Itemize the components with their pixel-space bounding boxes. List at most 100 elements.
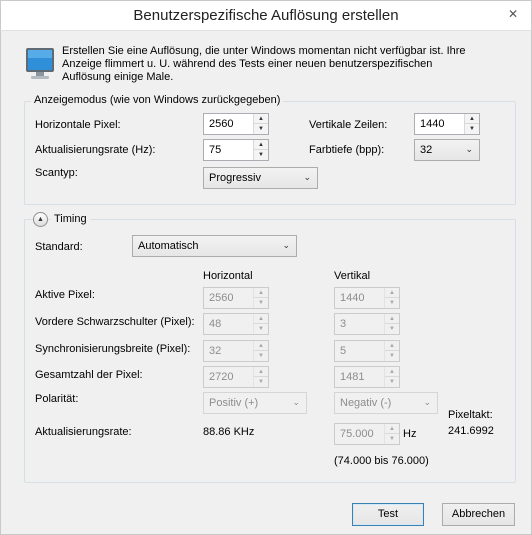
timing-legend: Timing [51, 213, 90, 225]
vertical-refresh-stepper[interactable]: 75.000 ▲ ▼ [334, 423, 400, 445]
active-pixels-h-value: 2560 [209, 292, 234, 304]
cancel-button[interactable]: Abbrechen [442, 503, 515, 526]
refresh-range-text: (74.000 bis 76.000) [334, 455, 429, 467]
spin-down-icon: ▼ [389, 326, 395, 332]
sync-width-h-stepper[interactable]: 32 ▲ ▼ [203, 340, 269, 362]
spin-buttons: ▲ ▼ [384, 288, 399, 308]
spin-up-icon: ▲ [385, 367, 399, 377]
standard-select[interactable]: Automatisch ⌄ [132, 235, 297, 257]
title-bar: Benutzerspezifische Auflösung erstellen … [0, 0, 532, 30]
spin-buttons: ▲ ▼ [253, 140, 268, 160]
spin-down-icon: ▼ [258, 379, 264, 385]
total-pixels-label: Gesamtzahl der Pixel: [35, 369, 143, 381]
spin-down-icon: ▼ [258, 326, 264, 332]
chevron-down-icon: ⌄ [282, 240, 290, 250]
spin-down-icon: ▼ [389, 300, 395, 306]
polarity-v-select[interactable]: Negativ (-) ⌄ [334, 392, 438, 414]
color-depth-value: 32 [420, 144, 433, 156]
total-pixels-v-value: 1481 [340, 371, 365, 383]
spin-buttons: ▲ ▼ [253, 288, 268, 308]
active-pixels-h-stepper[interactable]: 2560 ▲ ▼ [203, 287, 269, 309]
spin-down-icon: ▼ [389, 436, 395, 442]
standard-label: Standard: [35, 241, 83, 253]
spin-down-icon[interactable]: ▼ [465, 124, 479, 134]
chevron-down-icon: ⌄ [292, 397, 300, 407]
spin-up-icon[interactable]: ▲ [254, 114, 268, 124]
scan-type-value: Progressiv [209, 172, 261, 184]
front-porch-v-stepper[interactable]: 3 ▲ ▼ [334, 313, 400, 335]
spin-up-icon: ▲ [254, 367, 268, 377]
refresh-rate-timing-label: Aktualisierungsrate: [35, 426, 132, 438]
horizontal-frequency-value: 88.86 KHz [203, 426, 255, 438]
collapse-icon[interactable]: ▲ [33, 212, 48, 227]
monitor-icon [26, 48, 54, 79]
polarity-v-value: Negativ (-) [340, 397, 392, 409]
intro-text: Erstellen Sie eine Auflösung, die unter … [62, 45, 466, 83]
sync-width-h-value: 32 [209, 345, 222, 357]
spin-up-icon: ▲ [385, 314, 399, 324]
standard-value: Automatisch [138, 240, 199, 252]
total-pixels-h-stepper[interactable]: 2720 ▲ ▼ [203, 366, 269, 388]
spin-down-icon: ▼ [258, 353, 264, 359]
column-header-vertical: Vertikal [334, 270, 371, 282]
total-pixels-v-stepper[interactable]: 1481 ▲ ▼ [334, 366, 400, 388]
close-icon[interactable]: ✕ [503, 5, 523, 23]
vertical-refresh-value: 75.000 [340, 428, 374, 440]
color-depth-label: Farbtiefe (bpp): [309, 144, 385, 156]
test-button[interactable]: Test [352, 503, 424, 526]
total-pixels-h-value: 2720 [209, 371, 234, 383]
sync-width-label: Synchronisierungsbreite (Pixel): [35, 343, 191, 355]
spin-buttons: ▲ ▼ [384, 367, 399, 387]
polarity-h-select[interactable]: Positiv (+) ⌄ [203, 392, 307, 414]
dialog-body: Erstellen Sie eine Auflösung, die unter … [0, 30, 532, 535]
color-depth-select[interactable]: 32 ⌄ [414, 139, 480, 161]
display-mode-legend: Anzeigemodus (wie von Windows zurückgege… [31, 94, 284, 106]
sync-width-v-value: 5 [340, 345, 347, 357]
spin-up-icon[interactable]: ▲ [465, 114, 479, 124]
horizontal-pixels-value: 2560 [209, 118, 234, 130]
sync-width-v-stepper[interactable]: 5 ▲ ▼ [334, 340, 400, 362]
horizontal-pixels-stepper[interactable]: 2560 ▲ ▼ [203, 113, 269, 135]
hz-unit-label: Hz [403, 428, 417, 440]
refresh-rate-label: Aktualisierungsrate (Hz): [35, 144, 156, 156]
spin-down-icon: ▼ [389, 353, 395, 359]
polarity-h-value: Positiv (+) [209, 397, 259, 409]
scan-type-label: Scantyp: [35, 167, 78, 179]
window-title: Benutzerspezifische Auflösung erstellen [133, 7, 399, 24]
refresh-rate-value: 75 [209, 144, 222, 156]
active-pixels-v-stepper[interactable]: 1440 ▲ ▼ [334, 287, 400, 309]
front-porch-h-value: 48 [209, 318, 222, 330]
spin-buttons: ▲ ▼ [464, 114, 479, 134]
spin-buttons: ▲ ▼ [384, 314, 399, 334]
refresh-rate-stepper[interactable]: 75 ▲ ▼ [203, 139, 269, 161]
front-porch-h-stepper[interactable]: 48 ▲ ▼ [203, 313, 269, 335]
spin-buttons: ▲ ▼ [384, 341, 399, 361]
spin-down-icon[interactable]: ▼ [254, 150, 268, 160]
active-pixels-v-value: 1440 [340, 292, 365, 304]
chevron-down-icon: ⌄ [303, 172, 311, 182]
spin-up-icon: ▲ [254, 341, 268, 351]
pixel-clock-label: Pixeltakt: [448, 409, 493, 421]
spin-up-icon: ▲ [385, 341, 399, 351]
spin-buttons: ▲ ▼ [253, 114, 268, 134]
spin-up-icon: ▲ [254, 288, 268, 298]
vertical-lines-label: Vertikale Zeilen: [309, 119, 388, 131]
spin-up-icon: ▲ [254, 314, 268, 324]
chevron-down-icon: ⌄ [423, 397, 431, 407]
spin-down-icon: ▼ [389, 379, 395, 385]
vertical-lines-value: 1440 [420, 118, 445, 130]
spin-buttons: ▲ ▼ [253, 314, 268, 334]
spin-up-icon: ▲ [385, 424, 399, 434]
column-header-horizontal: Horizontal [203, 270, 253, 282]
active-pixels-label: Aktive Pixel: [35, 289, 95, 301]
pixel-clock-value: 241.6992 [448, 425, 494, 437]
spin-up-icon[interactable]: ▲ [254, 140, 268, 150]
spin-down-icon[interactable]: ▼ [254, 124, 268, 134]
front-porch-v-value: 3 [340, 318, 347, 330]
polarity-label: Polarität: [35, 393, 79, 405]
horizontal-pixels-label: Horizontale Pixel: [35, 119, 121, 131]
chevron-down-icon: ⌄ [465, 144, 473, 154]
vertical-lines-stepper[interactable]: 1440 ▲ ▼ [414, 113, 480, 135]
scan-type-select[interactable]: Progressiv ⌄ [203, 167, 318, 189]
spin-buttons: ▲ ▼ [384, 424, 399, 444]
